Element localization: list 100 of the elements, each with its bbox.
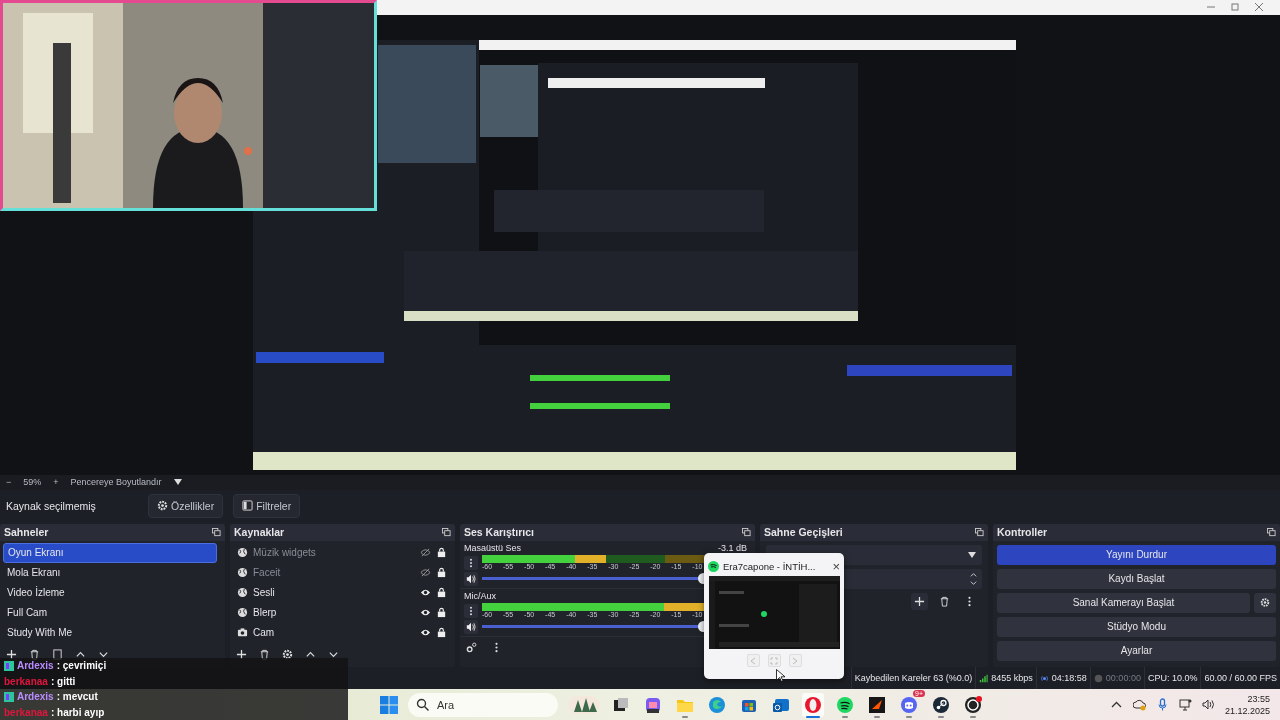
delete-icon[interactable] [259,649,270,661]
delete-icon [939,595,950,607]
mute-button[interactable] [464,571,478,586]
music-app-icon [708,560,719,572]
search-box[interactable]: Ara [408,692,558,717]
faceit-app-icon[interactable] [868,695,886,714]
chat-message: : çevrimiçi [56,660,107,672]
zoom-in-button[interactable]: + [53,477,59,488]
scene-item[interactable]: Video İzleme [3,582,217,603]
chat-username: Ardexis [17,691,54,703]
channel-name: Masaüstü Ses [464,542,522,555]
add-icon[interactable] [236,649,247,661]
source-item[interactable]: Müzik widgets [253,547,415,559]
record-icon [1093,673,1103,683]
fit-window-option[interactable]: Pencereye Boyutlandır [70,477,162,488]
globe-icon [237,567,248,579]
dock-title: Ses Karıştırıcı [464,526,535,539]
copilot-app-icon[interactable] [644,695,662,714]
volume-icon[interactable] [1201,698,1215,712]
close-button[interactable]: × [832,558,840,574]
source-item[interactable]: Blerp [253,607,415,619]
eye-slash-icon[interactable] [420,567,431,579]
channel-name: Mic/Aux [464,590,496,603]
signal-icon [979,673,989,683]
scene-item[interactable]: Mola Ekranı [3,562,217,583]
clock-time[interactable]: 23:55 [1247,692,1270,705]
chat-username: berkanaa [4,675,48,687]
undock-icon[interactable] [212,527,221,537]
gear-icon [157,500,168,512]
lock-icon[interactable] [436,567,447,579]
opera-app-icon[interactable] [804,695,822,714]
zoom-out-button[interactable]: − [6,477,12,488]
undock-icon[interactable] [975,527,984,537]
eye-slash-icon[interactable] [420,547,431,559]
lock-icon[interactable] [436,547,447,559]
cloud-icon[interactable] [1132,698,1146,712]
lock-icon[interactable] [436,587,447,599]
scene-item[interactable]: Study With Me [3,622,217,643]
next-icon [791,656,799,665]
lock-icon[interactable] [436,627,447,639]
spotify-app-icon[interactable] [836,695,854,714]
widgets-icon[interactable] [568,693,600,716]
filters-button[interactable]: Filtreler [233,493,301,518]
steam-app-icon[interactable] [932,695,950,714]
settings-icon[interactable] [282,649,293,661]
copy-icon[interactable] [52,649,63,661]
control-button[interactable]: Ayarlar [997,640,1276,661]
undock-icon[interactable] [1267,527,1276,537]
settings-icon[interactable] [466,642,477,654]
popup-title: Era7capone - İNTİH... [723,560,817,572]
undock-icon[interactable] [742,527,751,537]
edge-app-icon[interactable] [708,695,726,714]
control-button[interactable]: Kaydı Başlat [997,568,1276,589]
broadcast-icon [1039,673,1049,683]
control-button[interactable]: Sanal Kamerayı Başlat [997,592,1250,613]
control-button[interactable]: Stüdyo Modu [997,616,1276,637]
search-icon [416,698,429,712]
clock-date[interactable]: 21.12.2025 [1224,704,1270,717]
globe-icon [237,547,248,559]
gear-icon [1260,597,1270,609]
zoom-level: 59% [23,477,42,488]
control-button[interactable]: Yayını Durdur [997,544,1276,565]
lock-icon[interactable] [436,607,447,619]
network-icon[interactable] [1178,698,1192,712]
chat-message: : mevcut [56,691,98,703]
taskview-app-icon[interactable] [612,695,630,714]
obs-app-icon[interactable] [964,695,982,714]
add-button[interactable] [911,592,928,610]
maximize-icon[interactable] [1230,2,1240,13]
source-item[interactable]: Sesli [253,587,415,599]
chat-message: : harbi ayıp [50,706,105,718]
source-status: Kaynak seçilmemiş [6,499,97,512]
caret-icon [968,551,976,558]
camera-icon [237,627,248,639]
undock-icon[interactable] [442,527,451,537]
up-icon[interactable] [969,570,978,579]
mute-button[interactable] [464,619,478,634]
speaker-icon [466,621,476,632]
scene-item[interactable]: Full Cam [3,602,217,623]
windows-start-icon[interactable] [380,695,398,714]
fullscreen-icon [770,656,778,665]
discord-app-icon[interactable] [900,695,918,714]
status-text: 8455 kbps [991,673,1033,684]
chat-username: berkanaa [4,706,48,718]
close-icon[interactable] [1254,2,1264,13]
dock-title: Kontroller [997,526,1048,539]
delete-icon[interactable] [29,649,40,661]
source-item[interactable]: Cam [253,627,415,639]
add-icon[interactable] [6,649,17,661]
source-item[interactable]: Faceit [253,567,415,579]
properties-button[interactable]: Özellikler [148,493,224,518]
scene-item[interactable]: Oyun Ekranı [3,542,217,563]
caret-icon[interactable] [173,479,182,486]
search-field[interactable]: Ara [435,692,550,717]
filter-icon [242,500,254,512]
globe-icon [237,587,248,599]
speaker-icon [466,573,476,584]
settings-button[interactable] [1254,592,1276,613]
status-text: CPU: 10.0% [1147,673,1198,684]
down-icon[interactable] [969,578,978,587]
